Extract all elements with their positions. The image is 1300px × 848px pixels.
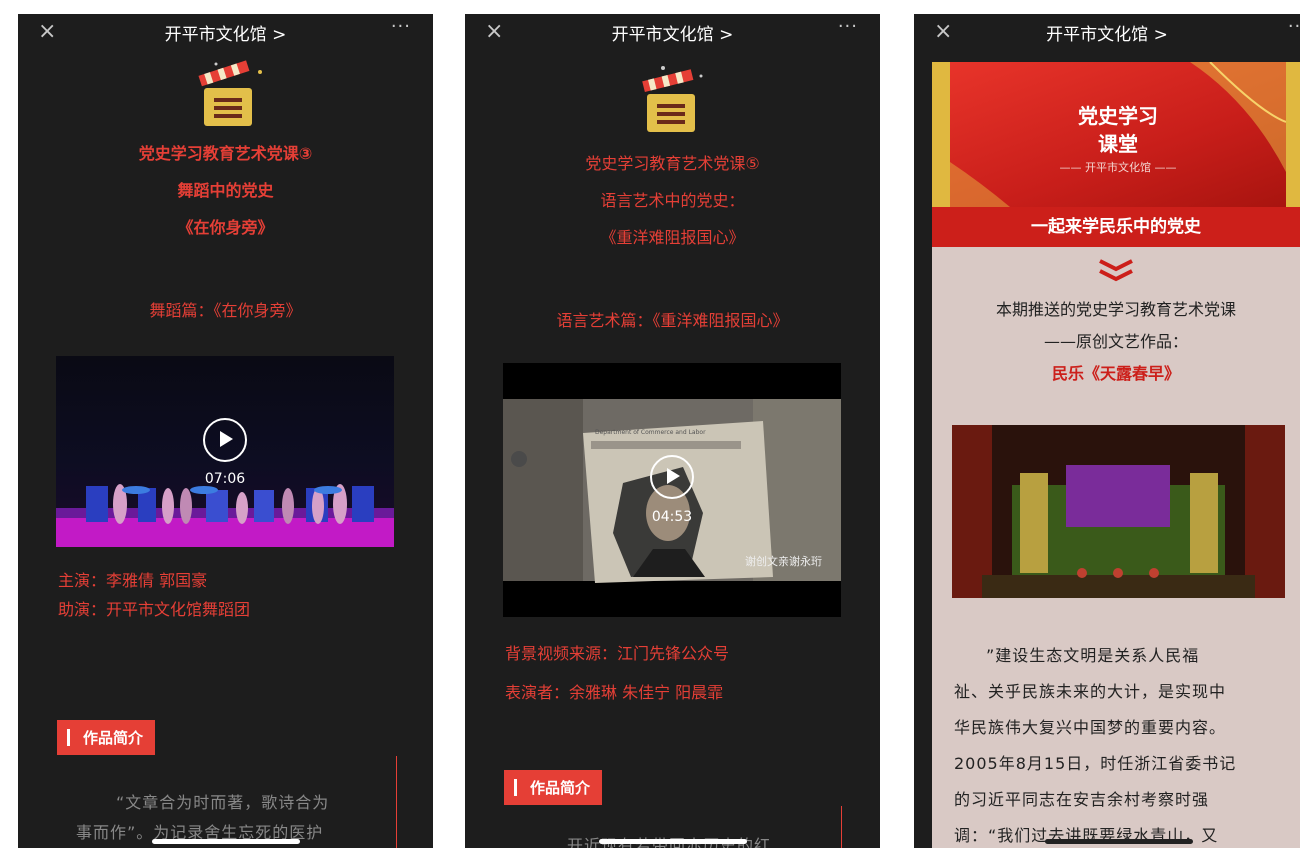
article-body: 党史学习 课堂 —— 开平市文化馆 —— 一起来学民乐中的党史 本期推送的党史学… [932,62,1300,848]
nav-bar: × 开平市文化馆 > ··· [914,14,1300,48]
section-title: 舞蹈篇：《在你身旁》 [149,301,302,320]
credits-support: 助演：开平市文化馆舞蹈团 [58,600,251,619]
page-title[interactable]: 开平市文化馆 > [18,20,433,45]
heading-line-3: 《重洋难阻报国心》 [600,228,745,247]
intro-para-line-1: “文章合为时而著，歌诗合为 [116,793,330,812]
banner-image: 党史学习 课堂 —— 开平市文化馆 —— [950,62,1286,207]
video-player[interactable]: 07:06 [56,356,394,547]
heading-line-2: 舞蹈中的党史 [177,181,274,200]
intro-line-2: ——原创文艺作品： [1043,332,1188,351]
play-icon[interactable] [203,418,247,462]
work-title: 民乐《天露春早》 [1051,364,1180,383]
banner: 党史学习 课堂 —— 开平市文化馆 —— [932,62,1300,207]
body-para-line-5: 的习近平同志在安吉余村考察时强 [954,790,1210,809]
play-icon[interactable] [650,455,694,499]
performance-photo[interactable] [952,425,1285,598]
body-para-line-4: 2005年8月15日，时任浙江省委书记 [954,754,1237,773]
body-para-line-2: 祉、关乎民族未来的大计，是实现中 [954,682,1227,701]
section-title: 语言艺术篇：《重洋难阻报国心》 [556,311,789,330]
banner-title-line-2: 课堂 [1098,132,1138,156]
document-header-text: Department of Commerce and Labor [595,429,706,436]
credits-lead: 主演：李雅倩 郭国豪 [58,571,208,590]
heading-line-1: 党史学习教育艺术党课⑤ [585,154,760,173]
video-caption: 谢创文亲谢永珩 [745,555,822,568]
body-para-line-3: 华民族伟大复兴中国梦的重要内容。 [954,718,1227,737]
heading-line-2: 语言艺术中的党史： [600,191,745,210]
more-icon[interactable]: ··· [391,16,411,37]
home-indicator[interactable] [151,839,300,844]
more-icon[interactable]: ··· [838,16,858,37]
body-para-line-1: ”建设生态文明是关系人民福 [986,646,1200,665]
divider-line [396,756,397,848]
home-indicator[interactable] [598,839,747,844]
video-duration: 04:53 [651,509,693,525]
section-badge: 作品简介 [57,720,156,755]
video-player[interactable]: Department of Commerce and Labor 04:53 谢… [503,363,841,617]
phone-screen-folk-music: × 开平市文化馆 > ··· 党史学习 课堂 —— 开平市文化馆 —— 一起来学… [914,14,1300,848]
heading-line-3: 《在你身旁》 [177,218,274,237]
nav-bar: × 开平市文化馆 > ··· [465,14,880,48]
home-indicator[interactable] [1045,839,1193,844]
section-badge: 作品简介 [504,770,603,805]
divider-line [841,806,842,848]
phone-screen-dance: × 开平市文化馆 > ··· 党史学习教育艺术党课③ 舞蹈中的党史 《在你身旁》… [18,14,433,848]
clapperboard-icon [642,66,703,132]
nav-bar: × 开平市文化馆 > ··· [18,14,433,48]
page-title[interactable]: 开平市文化馆 > [914,20,1300,45]
banner-subtitle: —— 开平市文化馆 —— [1059,161,1177,174]
heading-line-1: 党史学习教育艺术党课③ [138,144,313,163]
video-source: 背景视频来源：江门先锋公众号 [505,644,730,663]
stage-orchestra-image [952,425,1285,598]
chevron-down-icon [1099,259,1133,282]
clapperboard-icon [198,60,262,126]
topic-bar: 一起来学民乐中的党史 [932,207,1300,247]
video-duration: 07:06 [204,471,246,487]
more-icon[interactable]: ··· [1288,16,1300,37]
page-title[interactable]: 开平市文化馆 > [465,20,880,45]
performers: 表演者：余雅琳 朱佳宁 阳晨霏 [505,683,724,702]
banner-title-line-1: 党史学习 [1078,104,1158,128]
intro-line-1: 本期推送的党史学习教育艺术党课 [995,300,1236,319]
phone-screen-language: × 开平市文化馆 > ··· 党史学习教育艺术党课⑤ 语言艺术中的党史： 《重洋… [465,14,880,848]
